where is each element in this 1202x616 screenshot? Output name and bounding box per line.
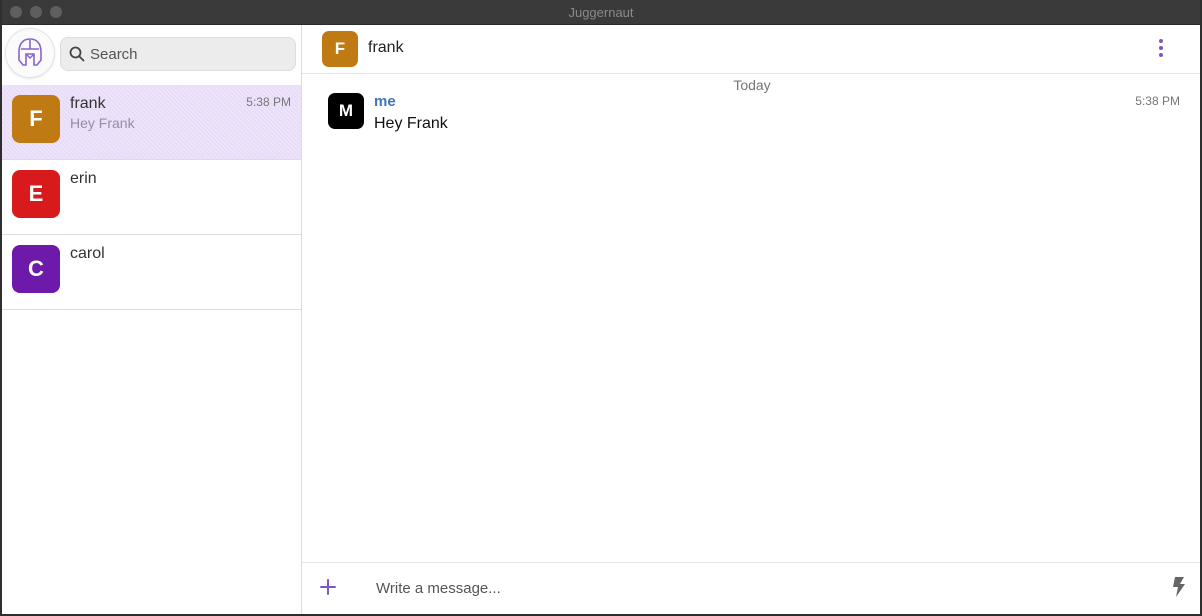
search-box [60, 37, 296, 71]
conversation-title: frank [368, 39, 404, 56]
title-bar: Juggernaut [2, 0, 1200, 25]
search-input[interactable] [90, 45, 280, 63]
window-title: Juggernaut [568, 5, 634, 20]
sidebar: F frank Hey Frank 5:38 PM E erin C carol [2, 25, 302, 614]
chat-item-carol[interactable]: C carol [2, 235, 301, 310]
conversation-pane: F frank Today M me Hey Frank 5:38 PM [302, 25, 1200, 614]
avatar[interactable]: F [322, 31, 358, 67]
search-icon [69, 46, 85, 62]
lightning-bolt-icon[interactable] [1172, 576, 1186, 598]
message-text: Hey Frank [374, 115, 448, 132]
message-input[interactable] [376, 578, 1136, 598]
chat-time: 5:38 PM [246, 95, 291, 109]
app-window: Juggernaut F fr [0, 0, 1202, 616]
chat-name: carol [70, 245, 105, 262]
helmet-logo-icon[interactable] [6, 29, 54, 77]
chat-name: erin [70, 170, 97, 187]
message-time: 5:38 PM [1135, 94, 1180, 108]
avatar: E [12, 170, 60, 218]
plus-icon[interactable] [318, 577, 338, 597]
avatar[interactable]: M [328, 93, 364, 129]
message-composer [302, 562, 1200, 614]
kebab-menu-icon[interactable] [1156, 39, 1166, 59]
chat-preview: Hey Frank [70, 115, 135, 131]
avatar: F [12, 95, 60, 143]
conversation-header: F frank [302, 25, 1200, 74]
chat-item-erin[interactable]: E erin [2, 160, 301, 235]
sidebar-header [2, 25, 301, 85]
chat-item-frank[interactable]: F frank Hey Frank 5:38 PM [2, 85, 301, 160]
chat-name: frank [70, 95, 106, 112]
message-author[interactable]: me [374, 93, 396, 110]
chat-list: F frank Hey Frank 5:38 PM E erin C carol [2, 85, 301, 310]
avatar: C [12, 245, 60, 293]
message: M me Hey Frank 5:38 PM [328, 91, 1180, 151]
